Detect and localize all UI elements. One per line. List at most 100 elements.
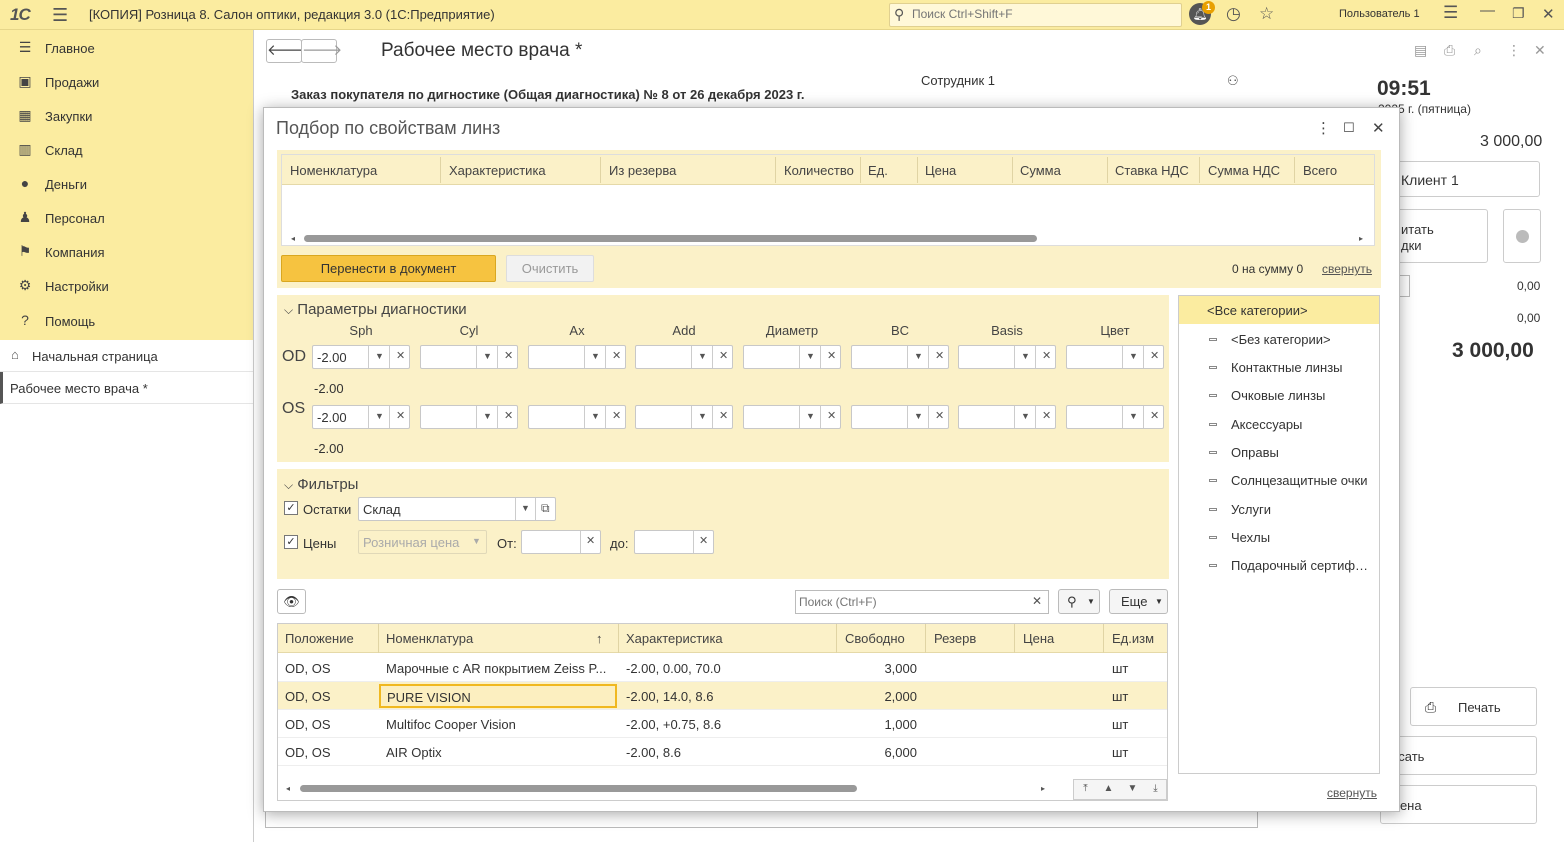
favorites-star-icon[interactable]: ☆ — [1259, 4, 1274, 24]
table-row[interactable]: OD, OS AIR Optix -2.00, 8.6 6,000 шт — [278, 738, 1167, 766]
od-param-field[interactable]: ▼ ✕ — [420, 345, 518, 369]
col-from-reserve[interactable]: Из резерва — [609, 163, 676, 178]
history-icon[interactable]: ◷ — [1226, 4, 1241, 24]
scroll-left-icon[interactable]: ◂ — [291, 234, 295, 243]
filters-toggle[interactable]: ⌵ Фильтры — [284, 476, 358, 493]
chevron-down-icon[interactable]: ▼ — [914, 411, 923, 421]
clear-icon[interactable]: ✕ — [699, 534, 708, 547]
col-nomenclature[interactable]: Номенклатура — [386, 631, 473, 646]
os-param-field[interactable]: ▼ ✕ — [528, 405, 626, 429]
clear-button[interactable]: Очистить — [506, 255, 594, 282]
chevron-down-icon[interactable]: ▼ — [698, 351, 707, 361]
category-item[interactable]: Подарочный сертификат — [1179, 551, 1379, 579]
col-free[interactable]: Свободно — [845, 631, 905, 646]
clear-icon[interactable]: ✕ — [935, 349, 944, 362]
page-up-icon[interactable]: ▲ — [1097, 783, 1120, 794]
os-param-field[interactable]: ▼ ✕ — [743, 405, 841, 429]
clear-icon[interactable]: ✕ — [396, 349, 405, 362]
forward-button[interactable]: 🡒 — [301, 39, 342, 63]
sidebar-item-money[interactable]: ● Деньги — [0, 167, 253, 201]
col-sum[interactable]: Сумма — [1020, 163, 1061, 178]
page-down-icon[interactable]: ▼ — [1121, 783, 1144, 794]
price-type-select[interactable]: Розничная цена ▼ — [358, 530, 487, 554]
chevron-down-icon[interactable]: ▼ — [521, 503, 530, 513]
chevron-down-icon[interactable]: ▼ — [375, 351, 384, 361]
clear-icon[interactable]: ✕ — [719, 349, 728, 362]
col-total[interactable]: Всего — [1303, 163, 1337, 178]
clear-icon[interactable]: ✕ — [504, 349, 513, 362]
scroll-right-icon[interactable]: ▸ — [1041, 784, 1045, 793]
os-param-field[interactable]: ▼ ✕ — [851, 405, 949, 429]
chevron-down-icon[interactable]: ▼ — [472, 536, 481, 546]
table-row[interactable]: OD, OS PURE VISION -2.00, 14.0, 8.6 2,000 шт — [278, 682, 1167, 710]
open-icon[interactable]: ⧉ — [541, 501, 550, 516]
global-search-input[interactable] — [912, 7, 1172, 21]
transfer-to-document-button[interactable]: Перенести в документ — [281, 255, 496, 282]
col-quantity[interactable]: Количество — [784, 163, 854, 178]
clear-icon[interactable]: ✕ — [827, 349, 836, 362]
open-window-doctor[interactable]: Рабочее место врача * — [0, 372, 253, 404]
chevron-down-icon[interactable]: ▼ — [375, 411, 384, 421]
col-vat-sum[interactable]: Сумма НДС — [1208, 163, 1280, 178]
col-position[interactable]: Положение — [285, 631, 354, 646]
clear-icon[interactable]: ✕ — [935, 409, 944, 422]
preview-icon[interactable]: ⌕ — [1474, 42, 1482, 59]
col-vat-rate[interactable]: Ставка НДС — [1115, 163, 1189, 178]
search-button[interactable]: ⚲ ▼ — [1058, 589, 1100, 614]
cancel-button[interactable]: мена — [1380, 785, 1537, 824]
print-icon[interactable]: ⎙ — [1444, 42, 1455, 59]
status-button[interactable] — [1503, 209, 1541, 263]
od-param-field[interactable]: ▼ ✕ — [635, 345, 733, 369]
od-param-field[interactable]: -2.00 ▼ ✕ — [312, 345, 410, 369]
dialog-more-icon[interactable]: ⋮ — [1316, 119, 1331, 137]
clear-icon[interactable]: ✕ — [1150, 409, 1159, 422]
collapse-categories-link[interactable]: свернуть — [1327, 786, 1377, 800]
sidebar-item-sales[interactable]: ▣ Продажи — [0, 65, 253, 99]
global-search[interactable]: ⚲ — [889, 3, 1182, 27]
last-page-icon[interactable]: ⤓ — [1144, 783, 1167, 794]
sidebar-item-settings[interactable]: ⚙ Настройки — [0, 269, 253, 303]
category-item[interactable]: Чехлы — [1179, 523, 1379, 551]
table-row[interactable]: OD, OS Multifoc Cooper Vision -2.00, +0.75… — [278, 710, 1167, 738]
chevron-down-icon[interactable]: ▼ — [698, 411, 707, 421]
col-price[interactable]: Цена — [1023, 631, 1054, 646]
od-param-field[interactable]: ▼ ✕ — [743, 345, 841, 369]
stock-checkbox[interactable]: ✓ — [284, 501, 298, 515]
clear-icon[interactable]: ✕ — [396, 409, 405, 422]
current-user[interactable]: Пользователь 1 — [1339, 8, 1420, 20]
client-field[interactable]: Клиент 1 — [1390, 161, 1540, 197]
sort-asc-icon[interactable]: ↑ — [596, 631, 603, 646]
main-menu-icon[interactable]: ☰ — [52, 5, 68, 26]
od-param-field[interactable]: ▼ ✕ — [528, 345, 626, 369]
eye-icon[interactable]: 👁︎ — [277, 589, 306, 614]
category-item[interactable]: <Все категории> — [1179, 296, 1379, 324]
chevron-down-icon[interactable]: ▼ — [591, 351, 600, 361]
selected-table-scrollbar[interactable] — [304, 235, 1037, 242]
col-unit[interactable]: Ед.изм — [1112, 631, 1154, 646]
chevron-down-icon[interactable]: ▼ — [1129, 411, 1138, 421]
clear-icon[interactable]: ✕ — [1032, 594, 1042, 608]
settings-menu-icon[interactable]: ☰ — [1443, 3, 1458, 23]
user-icon[interactable]: ⚇ — [1227, 73, 1239, 89]
list-scrollbar[interactable] — [300, 785, 857, 792]
dialog-close-icon[interactable]: ✕ — [1372, 119, 1385, 137]
sidebar-item-help[interactable]: ? Помощь — [0, 304, 253, 338]
clear-icon[interactable]: ✕ — [1150, 349, 1159, 362]
list-search-input[interactable] — [799, 595, 1024, 609]
chevron-down-icon[interactable]: ▼ — [1021, 351, 1030, 361]
pay-button[interactable]: исать — [1380, 736, 1537, 775]
category-item[interactable]: Контактные линзы — [1179, 353, 1379, 381]
col-price[interactable]: Цена — [925, 163, 956, 178]
clear-icon[interactable]: ✕ — [827, 409, 836, 422]
scroll-left-icon[interactable]: ◂ — [286, 784, 290, 793]
print-button[interactable]: ⎙ Печать — [1410, 687, 1537, 726]
os-param-field[interactable]: ▼ ✕ — [958, 405, 1056, 429]
chevron-down-icon[interactable]: ▼ — [483, 411, 492, 421]
price-to-input[interactable]: ✕ — [634, 530, 714, 554]
clear-icon[interactable]: ✕ — [504, 409, 513, 422]
od-param-field[interactable]: ▼ ✕ — [851, 345, 949, 369]
list-search[interactable]: ✕ — [795, 590, 1049, 614]
first-page-icon[interactable]: ⤒ — [1074, 783, 1097, 794]
od-param-field[interactable]: ▼ ✕ — [958, 345, 1056, 369]
warehouse-select[interactable]: Склад ▼ ⧉ — [358, 497, 556, 521]
